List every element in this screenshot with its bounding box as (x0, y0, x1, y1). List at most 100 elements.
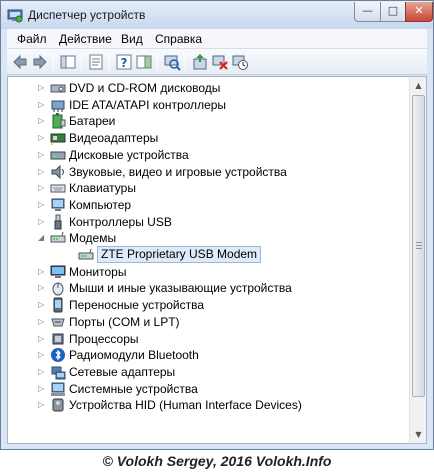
tree-category-item[interactable]: ▷ Дисковые устройства (8, 147, 408, 163)
scrollbar-grip (416, 245, 422, 246)
tree-item-label: Устройства HID (Human Interface Devices) (69, 398, 302, 413)
expand-arrow-icon[interactable]: ▷ (38, 217, 46, 226)
tree-item-label: Процессоры (69, 331, 139, 346)
tree-category-item[interactable]: ▷ Компьютер (8, 197, 408, 213)
expand-arrow-icon[interactable]: ▷ (38, 117, 46, 125)
minimize-button[interactable]: — (354, 2, 381, 22)
tree-category-item[interactable]: ◢ Модемы (8, 230, 408, 246)
system-device-icon (51, 382, 65, 396)
show-hide-console-tree-icon[interactable] (59, 53, 77, 71)
expand-arrow-icon[interactable]: ▷ (38, 184, 46, 192)
status-bar (7, 444, 427, 449)
toolbar-separator (53, 54, 54, 70)
close-button[interactable]: ✕ (405, 2, 433, 22)
back-arrow-icon[interactable] (11, 53, 29, 71)
expand-arrow-icon[interactable]: ▷ (38, 284, 46, 292)
battery-icon (52, 113, 66, 129)
tree-category-item[interactable]: ▷ Переносные устройства (8, 297, 408, 313)
expand-arrow-icon[interactable]: ▷ (38, 351, 46, 359)
sound-icon (51, 164, 64, 179)
mouse-icon (52, 282, 64, 296)
tree-item-label: Клавиатуры (69, 181, 136, 196)
tree-item-label: Компьютер (69, 197, 132, 212)
expand-arrow-icon[interactable]: ▷ (38, 334, 46, 343)
tree-category-item[interactable]: ▷ Клавиатуры (8, 180, 408, 196)
device-tree[interactable]: ▷ DVD и CD-ROM дисководы ▷ IDE ATA/ATAPI ко… (7, 76, 427, 444)
scroll-down-arrow-icon[interactable]: ▼ (411, 426, 426, 443)
dvd-drive-icon (50, 84, 66, 93)
tree-item-label: Батареи (69, 114, 116, 129)
bluetooth-icon (51, 348, 65, 363)
scrollbar-grip (416, 242, 422, 243)
processor-icon (52, 333, 64, 344)
tree-category-item[interactable]: ▷ Батареи (8, 113, 408, 129)
tree-category-item[interactable]: ▷ IDE ATA/ATAPI контроллеры (8, 97, 408, 113)
expand-arrow-icon[interactable]: ▷ (38, 150, 46, 159)
tree-category-item[interactable]: ▷ Звуковые, видео и игровые устройства (8, 164, 408, 180)
tree-category-item[interactable]: ▷ Системные устройства (8, 381, 408, 397)
expand-arrow-icon[interactable]: ▷ (38, 317, 46, 326)
toolbar-separator (185, 54, 186, 70)
usb-controller-icon (54, 214, 62, 230)
properties-icon[interactable] (87, 53, 105, 71)
update-driver-icon[interactable] (191, 53, 209, 71)
menu-view[interactable]: Вид (121, 32, 143, 46)
toolbar-separator (109, 54, 110, 70)
tree-category-item[interactable]: ▷ Порты (COM и LPT) (8, 314, 408, 330)
tree-item-label: Видеоадаптеры (69, 131, 159, 146)
tree-item-label: Системные устройства (69, 381, 198, 396)
window-title: Диспетчер устройств (28, 8, 146, 22)
tree-category-item[interactable]: ▷ Мониторы (8, 264, 408, 280)
vertical-scrollbar[interactable]: ▲ ▼ (409, 77, 426, 443)
expand-arrow-icon[interactable]: ▷ (38, 301, 46, 309)
scrollbar-thumb[interactable] (412, 95, 425, 397)
tree-category-item[interactable]: ▷ Радиомодули Bluetooth (8, 347, 408, 363)
toolbar-separator (81, 54, 82, 70)
network-adapter-icon (51, 366, 66, 380)
scan-hardware-icon[interactable] (163, 53, 181, 71)
tree-category-item[interactable]: ▷ Устройства HID (Human Interface Devices… (8, 397, 408, 413)
expand-arrow-icon[interactable]: ▷ (38, 267, 46, 276)
forward-arrow-icon[interactable] (31, 53, 49, 71)
expand-pane-icon[interactable] (135, 53, 153, 71)
keyboard-icon (50, 184, 66, 193)
hid-icon (52, 398, 64, 412)
scrollbar-grip (416, 248, 422, 249)
tree-category-item[interactable]: ▷ Видеоадаптеры (8, 130, 408, 146)
tree-item-label: Переносные устройства (69, 298, 205, 313)
scroll-up-arrow-icon[interactable]: ▲ (411, 77, 426, 94)
collapse-arrow-icon[interactable]: ◢ (38, 234, 46, 242)
port-icon (51, 318, 65, 327)
tree-item-label: Модемы (69, 231, 117, 246)
tree-category-item[interactable]: ▷ DVD и CD-ROM дисководы (8, 80, 408, 96)
tree-category-item[interactable]: ▷ Сетевые адаптеры (8, 364, 408, 380)
menu-file[interactable]: Файл (17, 32, 47, 46)
expand-arrow-icon[interactable]: ▷ (38, 401, 46, 409)
expand-arrow-icon[interactable]: ▷ (38, 167, 46, 176)
tree-item-label: Мониторы (69, 264, 127, 279)
tree-item-label: ZTE Proprietary USB Modem (97, 246, 262, 263)
disable-device-icon[interactable] (211, 53, 229, 71)
help-icon[interactable]: ? (115, 53, 133, 71)
tree-item-label: Дисковые устройства (69, 147, 189, 162)
expand-arrow-icon[interactable]: ▷ (38, 134, 46, 142)
tree-category-item[interactable]: ▷ Мыши и иные указывающие устройства (8, 280, 408, 296)
expand-arrow-icon[interactable]: ▷ (38, 367, 46, 376)
title-bar[interactable]: Диспетчер устройств — □ ✕ (1, 1, 433, 29)
expand-arrow-icon[interactable]: ▷ (38, 384, 46, 393)
ide-controller-icon (51, 100, 65, 112)
maximize-button[interactable]: □ (380, 2, 406, 22)
menu-action[interactable]: Действие (59, 32, 112, 46)
expand-arrow-icon[interactable]: ▷ (38, 84, 46, 92)
expand-arrow-icon[interactable]: ▷ (38, 100, 46, 109)
expand-arrow-icon[interactable]: ▷ (38, 200, 46, 209)
tree-item-label: Сетевые адаптеры (69, 364, 176, 379)
menu-help[interactable]: Справка (155, 32, 202, 46)
disk-drive-icon (50, 151, 66, 160)
tree-category-item[interactable]: ▷ Процессоры (8, 331, 408, 347)
tree-child-item[interactable]: ZTE Proprietary USB Modem (8, 246, 408, 263)
uninstall-device-icon[interactable] (231, 53, 249, 71)
tree-item-label: Порты (COM и LPT) (69, 314, 180, 329)
tree-item-label: IDE ATA/ATAPI контроллеры (69, 97, 227, 112)
tree-category-item[interactable]: ▷ Контроллеры USB (8, 214, 408, 230)
